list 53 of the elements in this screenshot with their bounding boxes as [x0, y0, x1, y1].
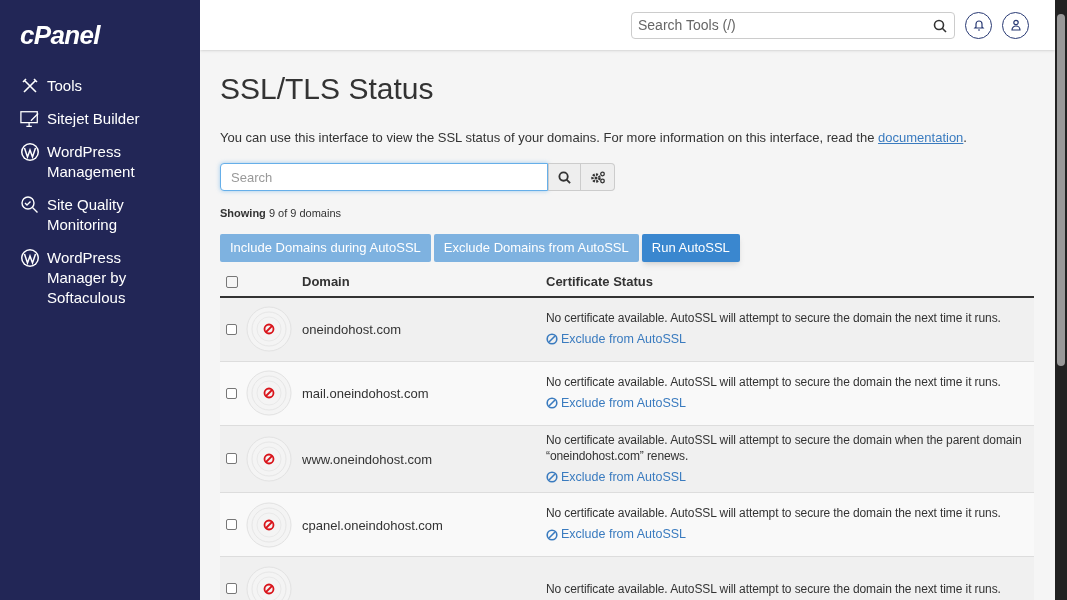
logo[interactable]: cPanel	[20, 22, 100, 48]
no-certificate-icon	[246, 370, 292, 416]
exclude-link[interactable]: Exclude from AutoSSL	[546, 393, 687, 413]
row-checkbox[interactable]	[226, 583, 237, 595]
search-button[interactable]	[548, 163, 581, 191]
row-checkbox[interactable]	[226, 519, 237, 531]
page-title: SSL/TLS Status	[220, 71, 434, 107]
gears-icon	[589, 170, 606, 184]
domain-name: mail.oneindohost.com	[302, 386, 429, 401]
certificate-status: No certificate available. AutoSSL will attempt to secure the domain the next time it runs.	[546, 505, 1001, 522]
no-certificate-icon	[246, 435, 292, 482]
certificate-status: No certificate available. AutoSSL will attempt to secure the domain when the parent domain “oneindohost.com” renews.	[546, 431, 1023, 464]
magnifier-check-icon	[20, 195, 40, 215]
wordpress-icon	[20, 248, 40, 268]
prohibited-icon	[546, 470, 558, 483]
row-checkbox[interactable]	[226, 453, 237, 465]
showing-count: Showing 9 of 9 domains	[220, 206, 342, 221]
certificate-status: No certificate available. AutoSSL will attempt to secure the domain the next time it runs.	[546, 373, 1001, 390]
search-field[interactable]: Search	[220, 163, 548, 191]
sidebar-item[interactable]: Sitejet Builder	[20, 109, 180, 129]
bell-icon	[972, 19, 985, 31]
user-icon	[1009, 19, 1022, 31]
search-icon	[558, 170, 571, 184]
search-tools-field[interactable]: Search Tools (/)	[631, 11, 955, 39]
column-header: Certificate Status	[546, 273, 653, 289]
domain-name: cpanel.oneindohost.com	[302, 517, 443, 533]
exclude-link[interactable]: Exclude from AutoSSL	[546, 329, 687, 349]
prohibited-icon	[546, 528, 558, 541]
prohibited-icon	[546, 397, 558, 409]
autossl-button[interactable]: Run AutoSSL	[641, 233, 740, 262]
intro-text: You can use this interface to view the SSL status of your domains. For more information on this interface, read the documentation.	[220, 128, 968, 147]
search-icon	[933, 18, 947, 33]
row-checkbox[interactable]	[226, 387, 237, 399]
wordpress-icon	[20, 142, 40, 162]
select-all-checkbox[interactable]	[226, 275, 238, 288]
sidebar-item[interactable]: WordPress Manager by Softaculous	[20, 248, 180, 308]
no-certificate-icon	[246, 501, 292, 548]
certificate-status: No certificate available. AutoSSL will attempt to secure the domain the next time it runs.	[546, 309, 1001, 326]
row-checkbox[interactable]	[226, 323, 237, 335]
settings-button[interactable]	[581, 163, 615, 191]
sidebar-item[interactable]: Site Quality Monitoring	[20, 195, 180, 235]
domain-name: www.oneindohost.com	[302, 451, 433, 467]
exclude-link[interactable]: Exclude from AutoSSL	[546, 525, 687, 545]
monitor-pen-icon	[20, 109, 40, 129]
prohibited-icon	[546, 333, 558, 345]
scrollbar[interactable]	[1055, 0, 1067, 600]
domain-name: oneindohost.com	[302, 322, 401, 337]
no-certificate-icon	[246, 306, 292, 352]
sidebar-item[interactable]: WordPress Management	[20, 142, 180, 182]
certificate-status: No certificate available. AutoSSL will attempt to secure the domain the next time it runs.	[546, 580, 1001, 597]
exclude-link[interactable]: Exclude from AutoSSL	[546, 467, 687, 487]
sidebar-item[interactable]: Tools	[20, 76, 180, 96]
column-header: Domain	[302, 273, 350, 289]
